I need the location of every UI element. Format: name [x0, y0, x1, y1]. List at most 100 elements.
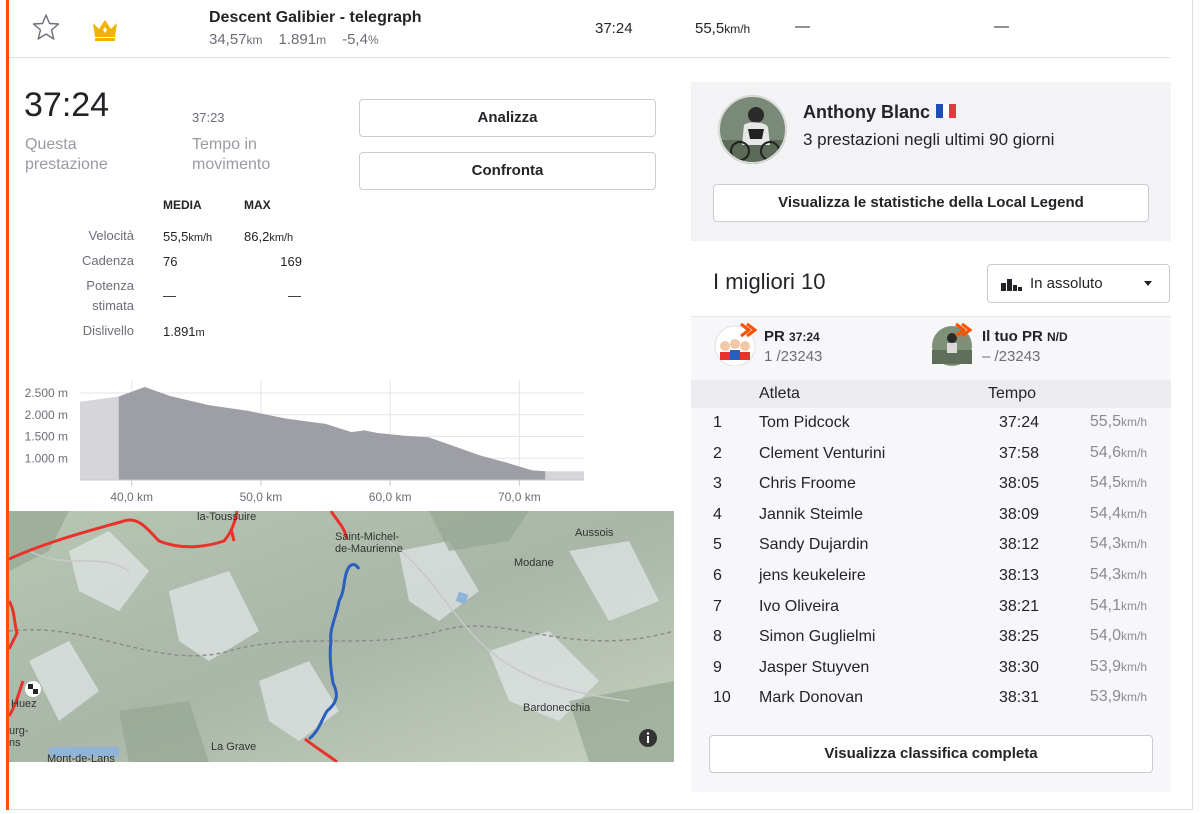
rank-cell: 9: [713, 658, 722, 676]
segment-map[interactable]: la-Toussuire Saint-Michel-de-Maurienne A…: [9, 511, 674, 762]
map-label: urg-ns: [9, 725, 29, 749]
table-row[interactable]: 5 Sandy Dujardin 38:12 54,3km/h: [691, 530, 1171, 560]
athlete-name-link[interactable]: Jannik Steimle: [759, 506, 863, 524]
frame-border: [1192, 0, 1193, 810]
rank-cell: 5: [713, 536, 722, 554]
rank-cell: 8: [713, 628, 722, 646]
frame-border: [9, 809, 1193, 810]
table-row[interactable]: 4 Jannik Steimle 38:09 54,4km/h: [691, 500, 1171, 530]
leaderboard-table: 1 Tom Pidcock 37:24 55,5km/h 2 Clement Ventur…: [691, 408, 1171, 720]
pr-rank: 1 /23243: [764, 348, 823, 365]
analyze-button[interactable]: Analizza: [359, 99, 656, 137]
time-cell: 38:09: [998, 505, 1039, 523]
segment-elevation: 1.891: [278, 31, 317, 48]
athlete-name-link[interactable]: Simon Guglielmi: [759, 628, 875, 646]
speed-cell: 53,9km/h: [1089, 688, 1147, 706]
speed-cell: 54,3km/h: [1089, 535, 1147, 553]
your-pr-title: Il tuo PR N/D: [982, 328, 1068, 345]
segment-name[interactable]: Descent Galibier - telegraph: [209, 9, 422, 27]
avatar[interactable]: [718, 95, 787, 164]
y-tick-label: 2.000 m: [25, 408, 68, 422]
stats-avg: —: [163, 288, 176, 303]
rank-cell: 6: [713, 567, 722, 584]
local-legend-stats-button[interactable]: Visualizza le statistiche della Local Le…: [713, 184, 1149, 222]
map-label: la-Toussuire: [197, 511, 257, 523]
leaderboard-filter-select[interactable]: In assoluto: [987, 264, 1170, 303]
y-tick-label: 1.000 m: [25, 451, 68, 465]
segment-time: 37:24: [595, 20, 633, 37]
stats-label: Dislivello: [82, 323, 134, 338]
your-avatar-icon: [932, 322, 973, 366]
stats-max: 86,2km/h: [244, 229, 294, 244]
map-label: Huez: [11, 698, 37, 710]
stats-max: 169: [280, 254, 302, 269]
pr-group-icon: [714, 322, 757, 366]
table-row[interactable]: 3 Chris Froome 38:05 54,5km/h: [691, 469, 1171, 499]
map-label: La Grave: [211, 741, 257, 753]
elevation-segment-area: [118, 386, 546, 480]
table-row[interactable]: 6 jens keukeleire 38:13 54,3km/h: [691, 561, 1171, 591]
local-legend-name[interactable]: Anthony Blanc: [803, 102, 957, 123]
time-cell: 38:30: [998, 658, 1039, 676]
speed-cell: 54,4km/h: [1089, 504, 1147, 522]
table-row[interactable]: 2 Clement Venturini 37:58 54,6km/h: [691, 439, 1171, 469]
speed-cell: 54,0km/h: [1089, 627, 1147, 645]
athlete-name-link[interactable]: Ivo Oliveira: [759, 598, 839, 616]
time-cell: 38:13: [998, 567, 1039, 584]
rank-cell: 1: [713, 414, 722, 431]
filter-selected-value: In assoluto: [1030, 275, 1103, 292]
map-label: Modane: [514, 557, 554, 569]
segment-empty-value: —: [795, 18, 810, 35]
elevation-chart[interactable]: 2.500 m 2.000 m 1.500 m 1.000 m 40,0 km 50,0 …: [14, 376, 594, 504]
stats-max: —: [288, 288, 301, 303]
info-icon[interactable]: [637, 727, 659, 749]
stats-avg: 1.891m: [163, 324, 205, 339]
stats-header-avg: MEDIA: [163, 198, 202, 212]
rank-cell: 3: [713, 475, 722, 493]
athlete-name-link[interactable]: Clement Venturini: [759, 445, 885, 463]
time-cell: 38:05: [998, 475, 1039, 493]
table-row[interactable]: 10 Mark Donovan 38:31 53,9km/h: [691, 683, 1171, 713]
table-row[interactable]: 1 Tom Pidcock 37:24 55,5km/h: [691, 408, 1171, 438]
map-label: Mont-de-Lans: [47, 753, 115, 762]
chevron-down-icon: [1144, 281, 1152, 286]
x-tick-label: 60,0 km: [369, 490, 412, 504]
x-tick-label: 40,0 km: [110, 490, 153, 504]
table-row[interactable]: 7 Ivo Oliveira 38:21 54,1km/h: [691, 592, 1171, 622]
athlete-name-link[interactable]: jens keukeleire: [759, 567, 866, 585]
table-row[interactable]: 8 Simon Guglielmi 38:25 54,0km/h: [691, 622, 1171, 652]
athlete-name-link[interactable]: Tom Pidcock: [759, 414, 850, 432]
map-label: Bardonecchia: [523, 702, 591, 714]
your-pr-rank: – /23243: [982, 348, 1041, 365]
speed-cell: 54,6km/h: [1089, 443, 1147, 461]
table-row[interactable]: 9 Jasper Stuyven 38:30 53,9km/h: [691, 653, 1171, 683]
time-cell: 37:58: [998, 444, 1039, 462]
stats-label: Cadenza: [81, 253, 134, 268]
checkered-flag-icon: [25, 681, 41, 697]
y-tick-label: 1.500 m: [25, 430, 68, 444]
athlete-name-link[interactable]: Jasper Stuyven: [759, 659, 869, 677]
leaderboard-title: I migliori 10: [713, 269, 826, 294]
column-header-athlete: Atleta: [759, 385, 800, 402]
compare-button[interactable]: Confronta: [359, 152, 656, 190]
speed-cell: 54,1km/h: [1089, 596, 1147, 614]
athlete-name-link[interactable]: Mark Donovan: [759, 689, 863, 707]
rank-cell: 4: [713, 505, 722, 523]
segment-empty-value: —: [994, 18, 1009, 35]
athlete-name-link[interactable]: Sandy Dujardin: [759, 536, 868, 554]
time-cell: 38:21: [998, 597, 1039, 615]
segment-row[interactable]: Descent Galibier - telegraph 34,57km 1.89…: [9, 0, 1170, 58]
segment-speed: 55,5km/h: [695, 20, 751, 37]
speed-cell: 54,3km/h: [1089, 566, 1147, 583]
stats-avg: 76: [163, 254, 178, 269]
france-flag-icon: [936, 104, 957, 119]
rank-cell: 2: [713, 444, 722, 462]
full-leaderboard-button[interactable]: Visualizza classifica completa: [709, 735, 1153, 773]
crown-icon: [93, 20, 117, 41]
time-cell: 38:12: [998, 536, 1039, 554]
athlete-name-link[interactable]: Chris Froome: [759, 475, 856, 493]
speed-cell: 55,5km/h: [1089, 413, 1147, 430]
star-icon[interactable]: [31, 12, 61, 42]
elapsed-time: 37:24: [24, 86, 110, 124]
y-tick-label: 2.500 m: [25, 386, 68, 400]
